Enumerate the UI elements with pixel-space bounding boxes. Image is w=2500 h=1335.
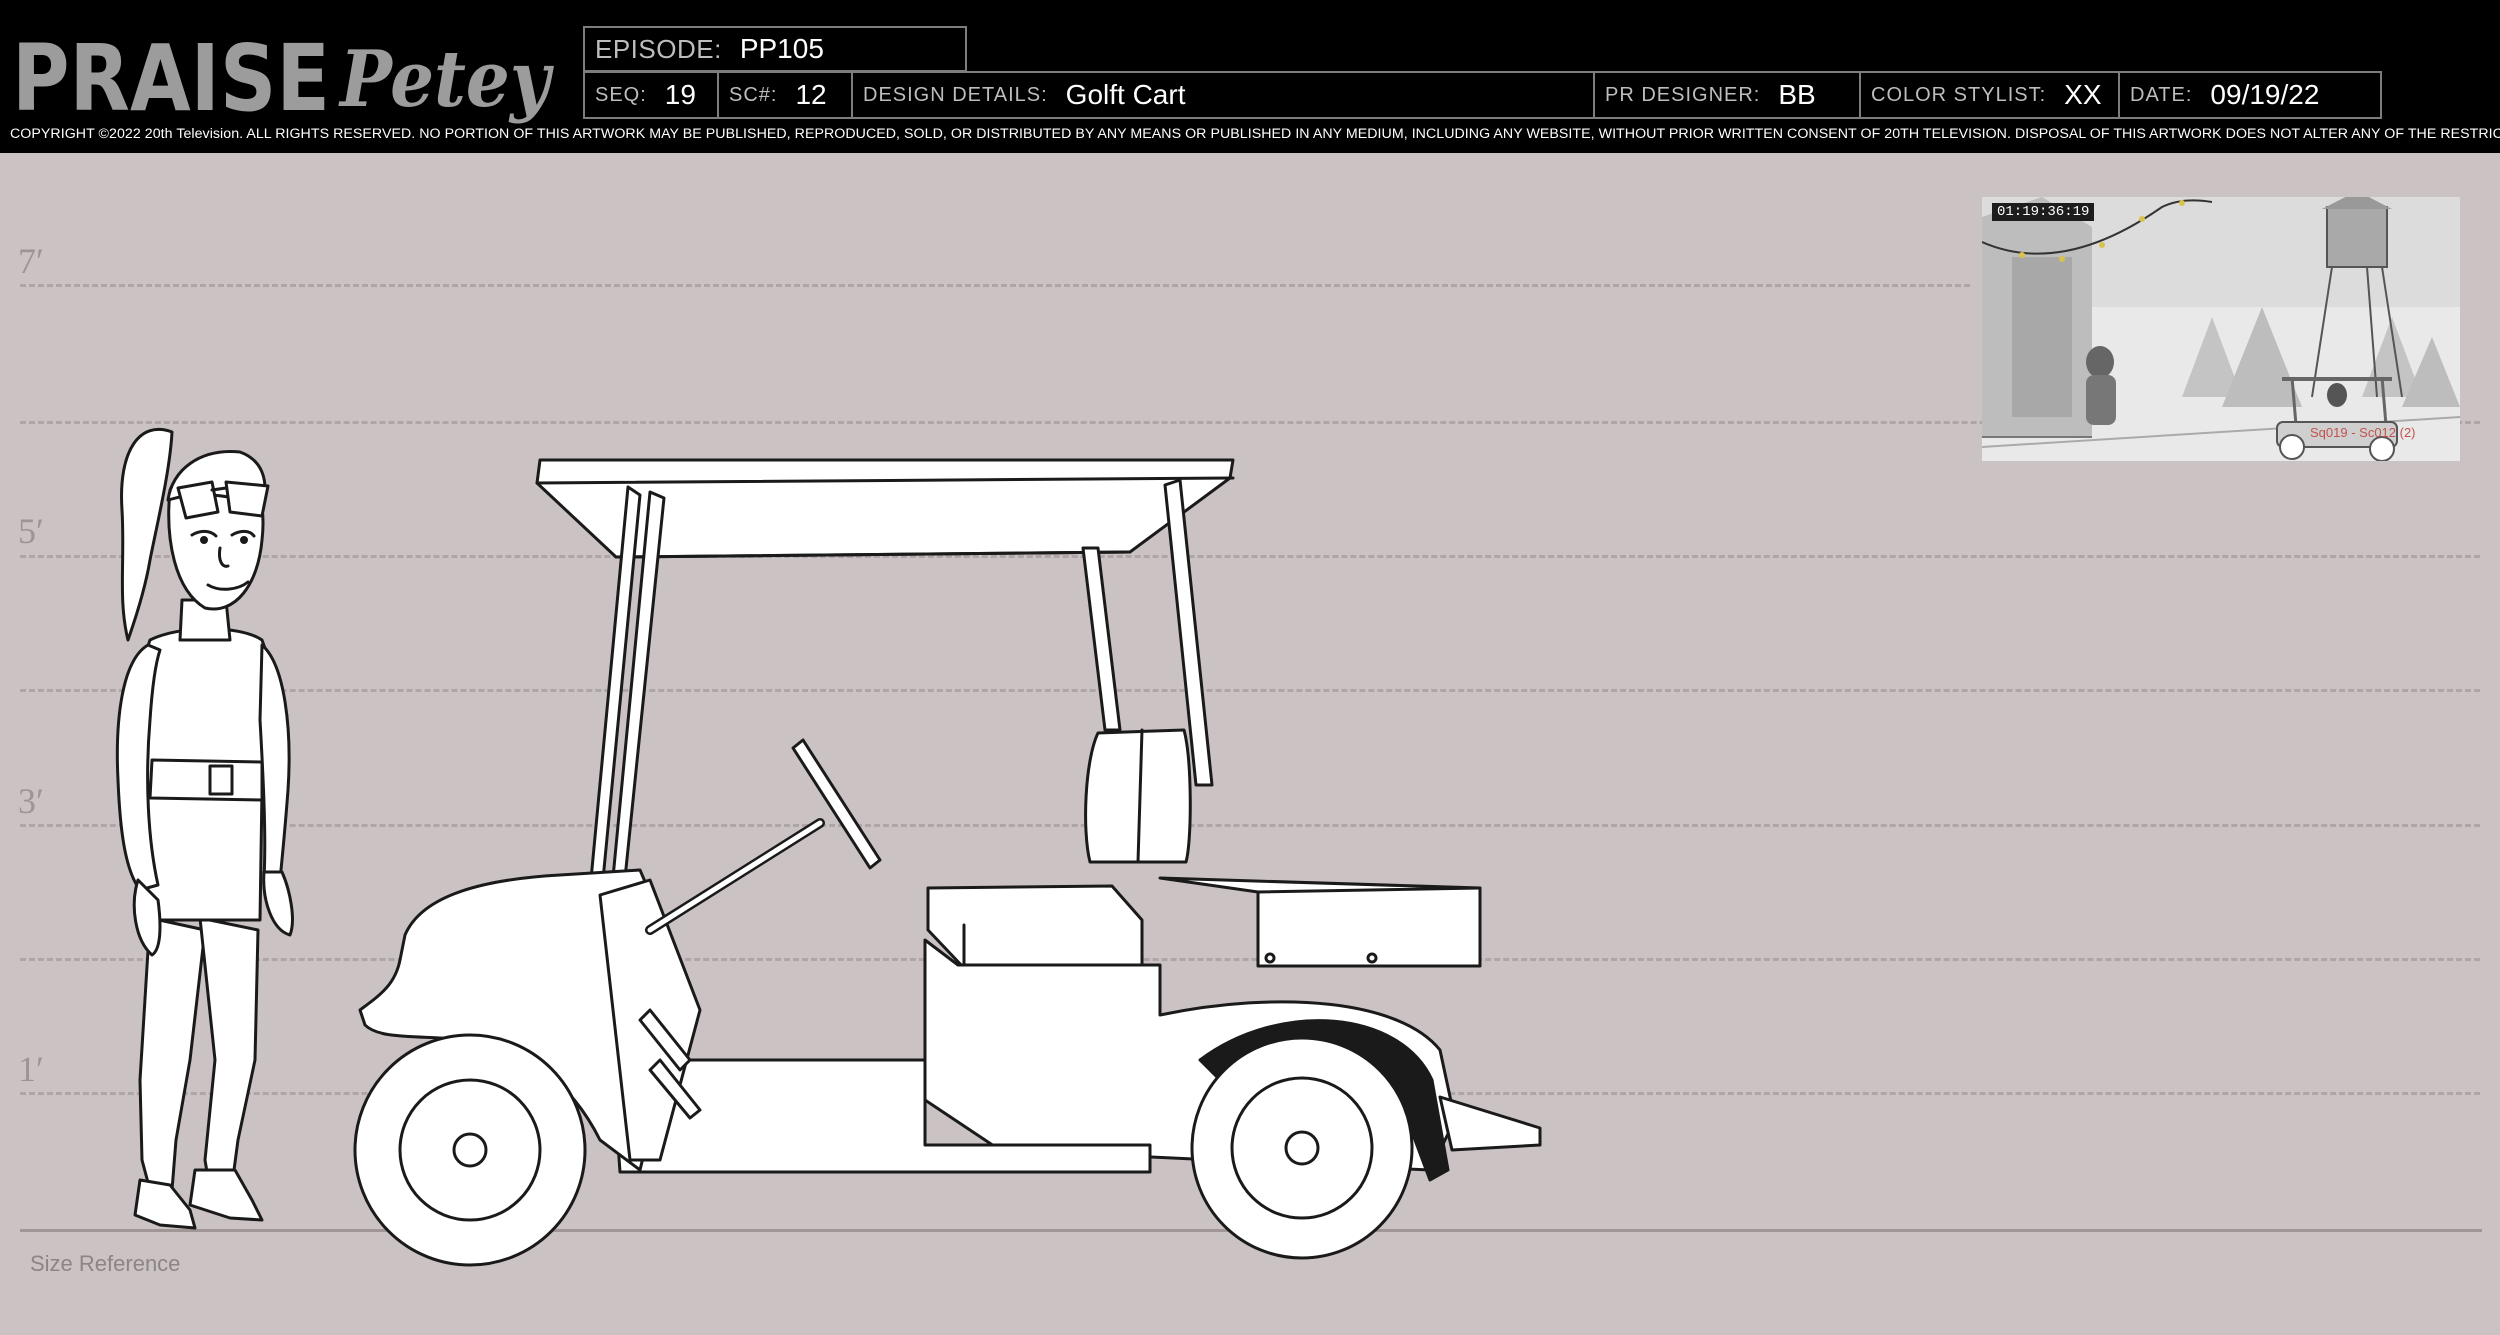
golf-cart: [353, 458, 1542, 1267]
line-art: [115, 427, 1542, 1267]
design-sheet: PRAISE Petey EPISODE: PP105 SEQ: 19 SC#:…: [0, 0, 2500, 1335]
character-size-reference: [115, 427, 294, 1230]
